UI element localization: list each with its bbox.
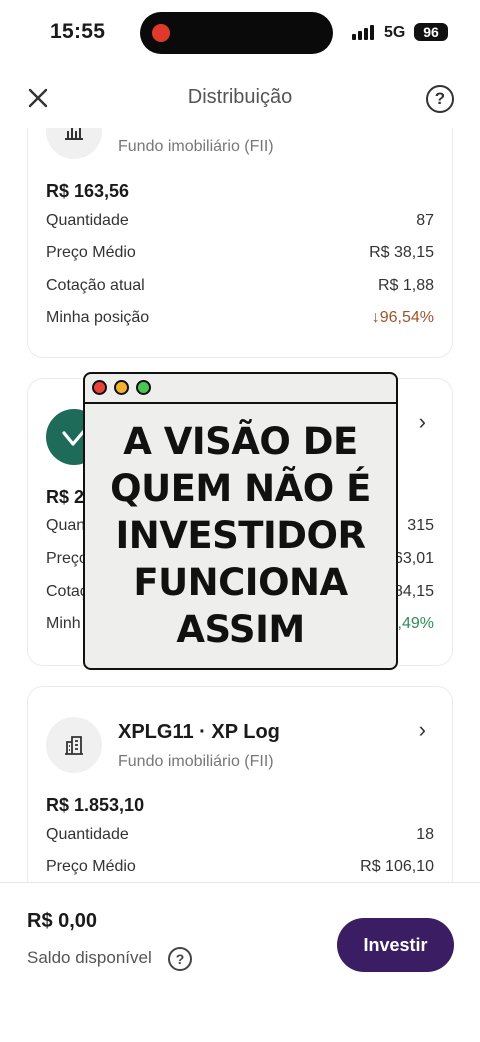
green-dot-icon bbox=[136, 380, 151, 395]
row-value: 63,01 bbox=[393, 550, 434, 567]
available-balance: R$ 0,00 bbox=[27, 910, 98, 932]
dynamic-island bbox=[140, 12, 333, 54]
footer: R$ 0,00 Saldo disponível ? Investir bbox=[0, 882, 480, 1042]
row-label: Quan bbox=[46, 517, 86, 534]
row-label: Preço Médio bbox=[46, 244, 136, 261]
asset-type: Fundo imobiliário (FII) bbox=[118, 753, 274, 770]
caption-line: QUEM NÃO É bbox=[110, 467, 371, 510]
asset-row-quantity: Quantidade 87 bbox=[46, 212, 434, 236]
row-value: R$ 1,88 bbox=[377, 277, 434, 294]
row-label: Cotação atual bbox=[46, 277, 145, 294]
position-change-negative: ↓96,54% bbox=[371, 309, 434, 326]
row-value: 84,15 bbox=[393, 583, 434, 600]
asset-total: R$ 1.853,10 bbox=[46, 795, 145, 815]
caption-line: INVESTIDOR bbox=[115, 514, 366, 557]
building-icon bbox=[65, 736, 83, 755]
row-value: R$ 106,10 bbox=[360, 858, 434, 875]
caption-line: FUNCIONA bbox=[133, 561, 348, 604]
row-label: Minha posição bbox=[46, 309, 150, 326]
row-label: Minh bbox=[46, 615, 81, 632]
invest-button[interactable]: Investir bbox=[337, 918, 454, 972]
row-label: Quantidade bbox=[46, 826, 129, 843]
balance-help-button[interactable]: ? bbox=[168, 947, 192, 971]
network-type: 5G bbox=[384, 24, 406, 41]
help-button[interactable]: ? bbox=[426, 85, 454, 113]
yellow-dot-icon bbox=[114, 380, 129, 395]
chart-bars-icon bbox=[65, 128, 83, 140]
asset-row-avg-price: Preço Médio R$ 38,15 bbox=[46, 244, 434, 268]
asset-row-quantity: Quantidade 18 bbox=[46, 826, 434, 850]
asset-type: Fundo imobiliário (FII) bbox=[118, 138, 274, 155]
asset-logo bbox=[46, 717, 102, 773]
row-label: Quantidade bbox=[46, 212, 129, 229]
available-balance-label: Saldo disponível bbox=[27, 948, 152, 967]
overlay-caption: A VISÃO DE QUEM NÃO É INVESTIDOR FUNCION… bbox=[85, 418, 396, 653]
page-title: Distribuição bbox=[187, 86, 293, 108]
battery-icon: 96 bbox=[414, 23, 448, 41]
asset-card[interactable]: Fundo imobiliário (FII) R$ 163,56 Quanti… bbox=[27, 128, 453, 358]
chevron-right-icon[interactable]: › bbox=[419, 409, 426, 435]
header: Distribuição ? bbox=[0, 66, 480, 128]
row-value: 315 bbox=[407, 517, 434, 534]
overlay-window-bar bbox=[85, 374, 396, 404]
row-label: Cotaç bbox=[46, 583, 88, 600]
row-label: Preço bbox=[46, 550, 88, 567]
chevron-right-icon[interactable]: › bbox=[419, 717, 426, 743]
asset-name: XPLG11 · XP Log bbox=[118, 721, 280, 743]
status-time: 15:55 bbox=[50, 20, 106, 43]
row-value: 18 bbox=[416, 826, 434, 843]
caption-overlay: A VISÃO DE QUEM NÃO É INVESTIDOR FUNCION… bbox=[83, 372, 398, 670]
row-label: Preço Médio bbox=[46, 858, 136, 875]
recording-indicator-icon bbox=[152, 24, 170, 42]
caption-line: A VISÃO DE bbox=[123, 420, 358, 463]
asset-row-position: Minha posição ↓96,54% bbox=[46, 309, 434, 333]
asset-total: R$ 163,56 bbox=[46, 181, 130, 201]
asset-row-current-price: Cotação atual R$ 1,88 bbox=[46, 277, 434, 301]
status-bar: 15:55 5G 96 bbox=[0, 0, 480, 66]
red-dot-icon bbox=[92, 380, 107, 395]
asset-logo bbox=[46, 128, 102, 159]
row-value: R$ 38,15 bbox=[369, 244, 434, 261]
caption-line: ASSIM bbox=[176, 608, 305, 651]
signal-icon bbox=[352, 24, 378, 40]
asset-card[interactable]: XPLG11 · XP Log Fundo imobiliário (FII) … bbox=[27, 686, 453, 882]
asset-total: R$ 2 bbox=[46, 487, 85, 507]
row-value: 87 bbox=[416, 212, 434, 229]
asset-row-avg-price: Preço Médio R$ 106,10 bbox=[46, 858, 434, 882]
